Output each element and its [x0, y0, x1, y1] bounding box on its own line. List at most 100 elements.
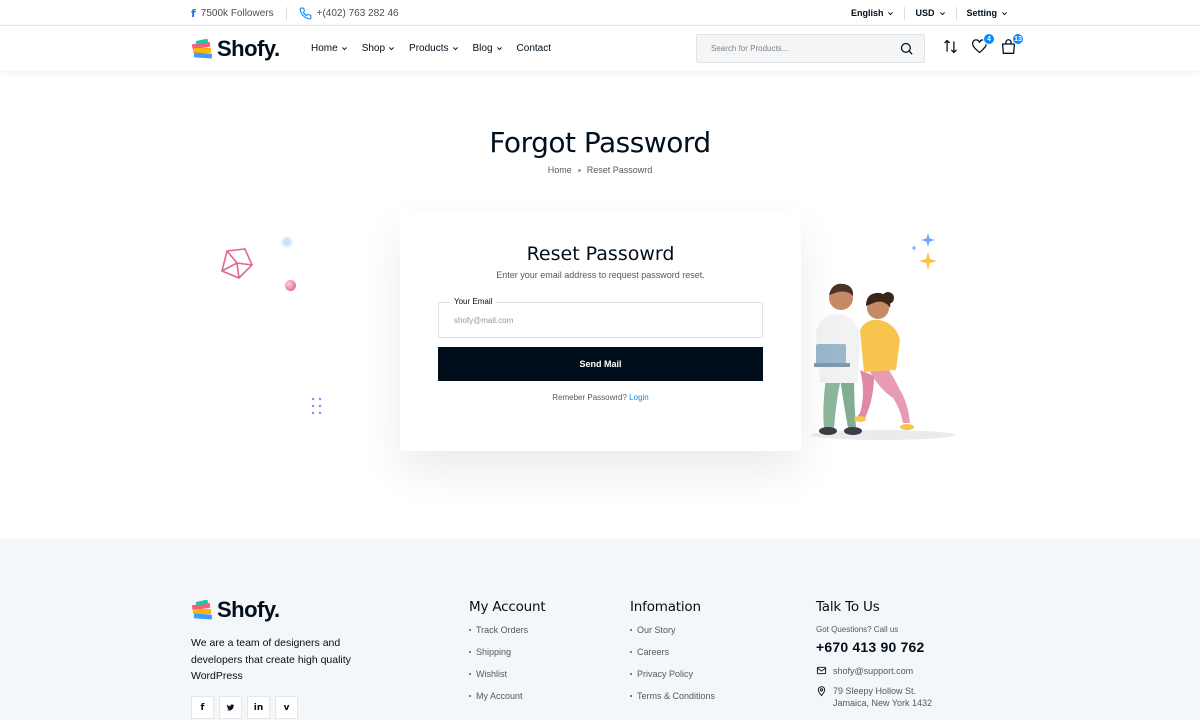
setting-label: Setting: [966, 8, 998, 18]
remember-password-text: Remeber Passowrd? Login: [400, 393, 801, 402]
nav-item-label: Blog: [472, 43, 493, 54]
facebook-button[interactable]: f: [191, 696, 214, 719]
mail-icon: [816, 666, 827, 675]
vimeo-icon: v: [283, 702, 290, 713]
chevron-down-icon: [1002, 11, 1007, 15]
footer-logo[interactable]: Shofy.: [191, 597, 280, 623]
talk-address: 79 Sleepy Hollow St. Jamaica, New York 1…: [833, 685, 932, 709]
chevron-down-icon: [496, 47, 502, 51]
email-field-wrapper: Your Email: [438, 297, 763, 338]
site-logo[interactable]: Shofy.: [191, 36, 280, 62]
twitter-button[interactable]: [219, 696, 242, 719]
breadcrumb-home[interactable]: Home: [548, 165, 572, 175]
header-actions: 4 13: [942, 33, 1024, 55]
top-bar-right: English USD Setting: [851, 0, 1008, 26]
breadcrumb-current: Reset Passowrd: [586, 165, 653, 175]
talk-question: Got Questions? Call us: [816, 625, 899, 634]
address-line: Jamaica, New York 1432: [833, 698, 933, 708]
nav-item-label: Products: [409, 43, 449, 54]
cart-count-badge: 13: [1012, 33, 1024, 45]
language-label: English: [850, 8, 884, 18]
currency-label: USD: [915, 8, 935, 18]
footer-logo-text: Shofy.: [217, 597, 280, 622]
remember-text: Remeber Passowrd?: [552, 393, 627, 402]
compare-icon: [944, 39, 957, 54]
footer-link-list: Track Orders Shipping Wishlist My Accoun…: [469, 625, 545, 713]
people-illustration: [811, 283, 955, 440]
social-links: f in v: [191, 696, 298, 719]
chevron-down-icon: [939, 11, 945, 15]
card-subtitle: Enter your email address to request pass…: [496, 270, 705, 280]
main-nav: Home Shop Products Blog Contact: [311, 26, 551, 71]
phone-link[interactable]: +(402) 763 282 46: [299, 7, 399, 20]
search-input[interactable]: [697, 35, 887, 62]
footer: Shofy. We are a team of designers and de…: [0, 539, 1200, 720]
talk-email-row[interactable]: shofy@support.com: [816, 665, 932, 677]
location-icon: [817, 686, 826, 697]
sparkle-decoration-icon: [911, 233, 937, 270]
main-header: Shofy. Home Shop Products Blog Contact 4 13: [0, 26, 1200, 71]
email-label: Your Email: [450, 297, 497, 306]
logo-icon: [191, 600, 213, 620]
footer-link[interactable]: My Account: [469, 691, 545, 713]
cart-button[interactable]: 13: [1000, 33, 1024, 55]
followers-link[interactable]: f 7500k Followers: [191, 7, 274, 20]
page-title: Forgot Password: [489, 126, 711, 159]
facebook-icon: f: [191, 6, 196, 20]
footer-link[interactable]: Privacy Policy: [630, 669, 715, 691]
nav-item-label: Home: [311, 43, 338, 54]
footer-col-my-account: My Account Track Orders Shipping Wishlis…: [469, 599, 546, 713]
language-select[interactable]: English: [851, 8, 895, 18]
email-field[interactable]: [439, 303, 762, 337]
talk-email: shofy@support.com: [833, 666, 914, 676]
footer-link[interactable]: Our Story: [630, 625, 715, 647]
chevron-down-icon: [452, 47, 458, 51]
logo-text: Shofy.: [217, 36, 280, 61]
linkedin-button[interactable]: in: [247, 696, 270, 719]
top-bar: f 7500k Followers +(402) 763 282 46 Engl…: [0, 0, 1200, 26]
compare-button[interactable]: [942, 38, 959, 55]
logo-icon: [191, 39, 213, 59]
linkedin-icon: in: [253, 702, 264, 713]
facebook-icon: f: [200, 702, 205, 713]
wishlist-button[interactable]: 4: [971, 33, 995, 55]
currency-select[interactable]: USD: [915, 8, 945, 18]
send-mail-button[interactable]: Send Mail: [438, 347, 763, 381]
twitter-icon: [226, 704, 235, 711]
card-title: Reset Passowrd: [526, 243, 675, 265]
chevron-down-icon: [389, 47, 394, 51]
footer-description: We are a team of designers and developer…: [191, 637, 351, 682]
nav-item-blog[interactable]: Blog: [473, 43, 503, 54]
dots-decoration-icon: [311, 397, 322, 415]
wishlist-count-badge: 4: [983, 33, 995, 45]
footer-col-title: My Account: [469, 599, 546, 615]
reset-password-card: Reset Passowrd Enter your email address …: [400, 211, 801, 451]
footer-link[interactable]: Wishlist: [469, 669, 545, 691]
footer-col-information: Infomation Our Story Careers Privacy Pol…: [630, 599, 715, 713]
vimeo-button[interactable]: v: [275, 696, 298, 719]
chevron-down-icon: [888, 11, 894, 15]
talk-address-row: 79 Sleepy Hollow St. Jamaica, New York 1…: [816, 685, 932, 709]
bubble-decoration: [282, 237, 292, 247]
nav-item-shop[interactable]: Shop: [362, 43, 395, 54]
divider: [904, 6, 906, 20]
talk-phone[interactable]: +670 413 90 762: [816, 639, 932, 655]
search-icon[interactable]: [899, 41, 914, 56]
search-box: [696, 34, 925, 63]
cube-decoration-icon: [221, 248, 253, 279]
nav-item-label: Contact: [516, 43, 551, 54]
nav-item-contact[interactable]: Contact: [517, 43, 551, 54]
nav-item-label: Shop: [361, 43, 386, 54]
setting-select[interactable]: Setting: [967, 8, 1009, 18]
footer-link[interactable]: Terms & Conditions: [630, 691, 715, 713]
breadcrumb-separator: [577, 168, 581, 172]
login-link[interactable]: Login: [629, 393, 649, 402]
nav-item-products[interactable]: Products: [409, 43, 458, 54]
footer-link-list: Our Story Careers Privacy Policy Terms &…: [630, 625, 715, 713]
divider: [285, 6, 287, 20]
footer-link[interactable]: Careers: [630, 647, 715, 669]
nav-item-home[interactable]: Home: [311, 43, 348, 54]
footer-link[interactable]: Track Orders: [469, 625, 545, 647]
footer-link[interactable]: Shipping: [469, 647, 545, 669]
sphere-decoration: [285, 280, 296, 291]
